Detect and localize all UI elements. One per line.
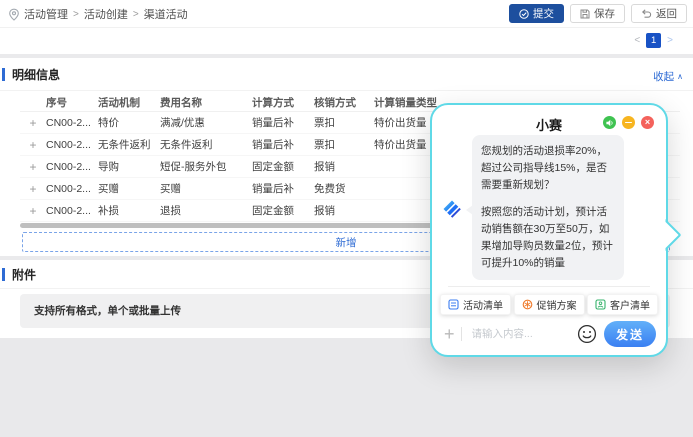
minimize-icon [625, 122, 632, 124]
customer-person-icon [595, 299, 606, 310]
chip-label: 客户清单 [610, 297, 650, 312]
cell-seq: CN00-2... [46, 161, 98, 173]
breadcrumb-item-activity-create[interactable]: 活动创建 [84, 6, 128, 22]
activity-list-icon [448, 299, 459, 310]
cell-seq: CN00-2... [46, 183, 98, 195]
cell-calc-method: 固定金额 [252, 159, 314, 174]
cell-seq: CN00-2... [46, 205, 98, 217]
chip-customer-list[interactable]: 客户清单 [587, 294, 658, 315]
header-actions: 提交 保存 返回 [509, 4, 687, 23]
emoji-button[interactable] [577, 324, 597, 344]
col-header-seq: 序号 [46, 95, 98, 110]
top-bar: 活动管理 > 活动创建 > 渠道活动 提交 保存 [0, 0, 693, 28]
chat-message-input[interactable] [470, 327, 573, 341]
save-icon [580, 9, 590, 19]
cell-fee-name: 满减/优惠 [160, 115, 252, 130]
cell-verify-method: 报销 [314, 159, 374, 174]
cell-calc-method: 销量后补 [252, 181, 314, 196]
cell-mechanism: 补损 [98, 203, 160, 218]
chip-label: 活动清单 [463, 297, 503, 312]
assistant-avatar [441, 198, 463, 220]
cell-mechanism: 买赠 [98, 181, 160, 196]
breadcrumb-item-channel-activity: 渠道活动 [144, 6, 188, 22]
collapse-label: 收起 [653, 69, 674, 84]
app-screen: 活动管理 > 活动创建 > 渠道活动 提交 保存 [0, 0, 693, 437]
pagination-prev-icon[interactable]: < [634, 35, 640, 46]
attach-plus-icon[interactable]: + [444, 325, 455, 343]
send-button[interactable]: 发送 [604, 321, 656, 347]
message-bubble-tail [466, 205, 473, 215]
cell-fee-name: 短促-服务外包 [160, 159, 252, 174]
cell-seq: CN00-2... [46, 139, 98, 151]
col-header-fee-name: 费用名称 [160, 95, 252, 110]
voice-toggle-button[interactable] [603, 116, 616, 129]
submit-button[interactable]: 提交 [509, 4, 564, 23]
pagination: < 1 > [634, 33, 673, 48]
location-pin-icon [8, 8, 20, 21]
undo-arrow-icon [641, 9, 652, 19]
cell-verify-method: 票扣 [314, 137, 374, 152]
pagination-next-icon[interactable]: > [667, 35, 673, 46]
smiley-icon [577, 324, 597, 344]
back-button-label: 返回 [656, 6, 677, 21]
breadcrumb: 活动管理 > 活动创建 > 渠道活动 [8, 0, 188, 28]
expand-row-icon[interactable]: + [20, 138, 46, 152]
cell-calc-method: 固定金额 [252, 203, 314, 218]
close-icon: × [645, 118, 650, 127]
cell-verify-method: 免费货 [314, 181, 374, 196]
expand-row-icon[interactable]: + [20, 160, 46, 174]
chevron-up-icon: ∧ [677, 72, 683, 81]
breadcrumb-item-activity-management[interactable]: 活动管理 [24, 6, 68, 22]
detail-section-title: 明细信息 [12, 66, 60, 83]
cell-mechanism: 特价 [98, 115, 160, 130]
input-divider [461, 327, 462, 341]
promotion-badge-icon [522, 299, 533, 310]
cell-seq: CN00-2... [46, 117, 98, 129]
cell-calc-method: 销量后补 [252, 115, 314, 130]
submit-button-label: 提交 [533, 6, 554, 21]
save-button[interactable]: 保存 [570, 4, 625, 23]
quick-action-chips: 活动清单 促销方案 客户清单 [440, 294, 658, 315]
assistant-chat-window: 小赛 × 您规划的活动退损率20%，超过公司指导线15%，是否需要重新规划？ 按… [430, 103, 668, 357]
cell-calc-method: 销量后补 [252, 137, 314, 152]
collapse-toggle[interactable]: 收起 ∧ [653, 69, 683, 84]
cell-fee-name: 无条件返利 [160, 137, 252, 152]
chip-activity-list[interactable]: 活动清单 [440, 294, 511, 315]
assistant-message-bubble: 您规划的活动退损率20%，超过公司指导线15%，是否需要重新规划？ 按照您的活动… [472, 135, 624, 280]
pagination-current-page[interactable]: 1 [646, 33, 661, 48]
breadcrumb-separator: > [133, 9, 139, 20]
chat-input-row: + 发送 [444, 320, 656, 348]
cell-fee-name: 买赠 [160, 181, 252, 196]
save-button-label: 保存 [594, 6, 615, 21]
cell-verify-method: 报销 [314, 203, 374, 218]
cell-fee-name: 退损 [160, 203, 252, 218]
close-button[interactable]: × [641, 116, 654, 129]
chat-window-tail [663, 215, 683, 255]
breadcrumb-separator: > [73, 9, 79, 20]
section-divider [0, 54, 693, 58]
chat-divider [448, 286, 650, 287]
chip-label: 促销方案 [537, 297, 577, 312]
chip-promotion-plan[interactable]: 促销方案 [514, 294, 585, 315]
expand-row-icon[interactable]: + [20, 204, 46, 218]
col-header-mechanism: 活动机制 [98, 95, 160, 110]
cell-mechanism: 导购 [98, 159, 160, 174]
speaker-icon [606, 119, 614, 127]
back-button[interactable]: 返回 [631, 4, 687, 23]
assistant-message-2: 按照您的活动计划，预计活动销售额在30万至50万，如果增加导购员数量2位，预计可… [481, 204, 615, 272]
detail-section-accent-bar [2, 68, 5, 81]
expand-row-icon[interactable]: + [20, 116, 46, 130]
chat-window-controls: × [603, 116, 654, 129]
col-header-calc-method: 计算方式 [252, 95, 314, 110]
col-header-verify-method: 核销方式 [314, 95, 374, 110]
attachment-section-title: 附件 [12, 266, 36, 283]
check-circle-icon [519, 9, 529, 19]
cell-mechanism: 无条件返利 [98, 137, 160, 152]
divider [0, 90, 693, 91]
attachment-section-accent-bar [2, 268, 5, 281]
expand-row-icon[interactable]: + [20, 182, 46, 196]
assistant-message-1: 您规划的活动退损率20%，超过公司指导线15%，是否需要重新规划？ [481, 143, 615, 194]
cell-verify-method: 票扣 [314, 115, 374, 130]
minimize-button[interactable] [622, 116, 635, 129]
